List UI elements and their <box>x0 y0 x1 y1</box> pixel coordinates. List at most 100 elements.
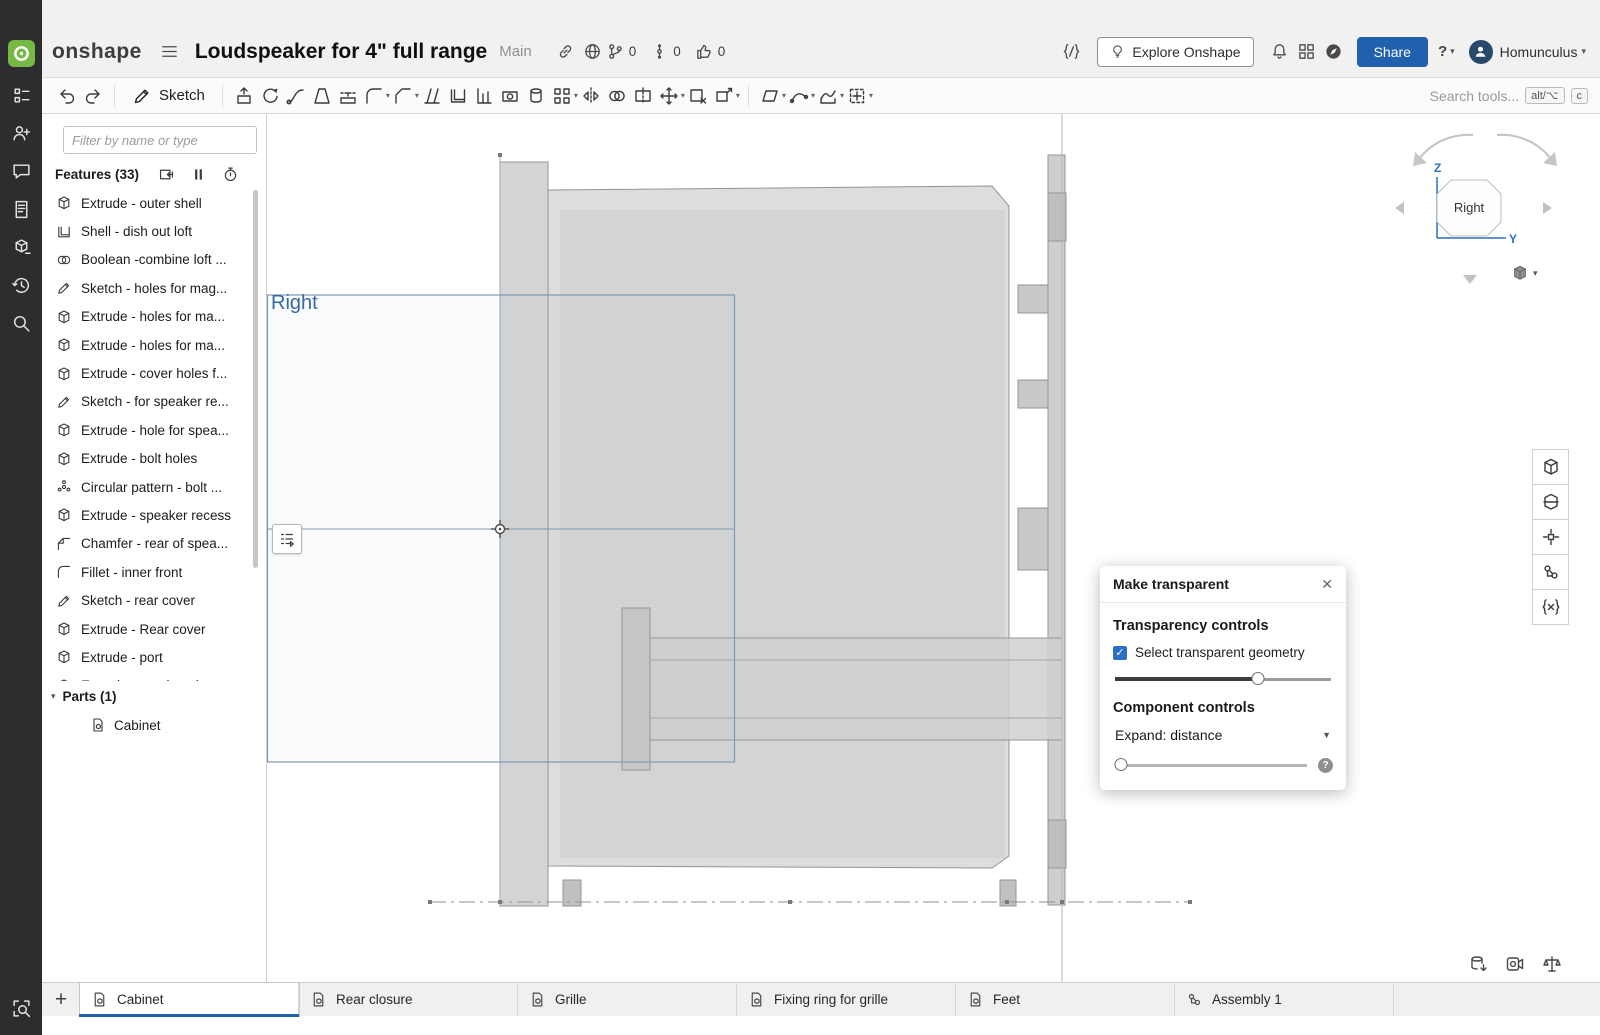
tool-delete-face-button[interactable] <box>685 82 711 110</box>
feature-item[interactable]: Extrude - Rear cover <box>42 615 266 643</box>
transparency-slider-handle[interactable] <box>1251 672 1264 685</box>
tool-modify-face-button[interactable] <box>711 82 737 110</box>
follow-icon[interactable] <box>11 123 32 144</box>
feature-item[interactable]: Boolean -combine loft ... <box>42 246 266 274</box>
tool-plane-button[interactable] <box>757 82 783 110</box>
learning-center-button[interactable] <box>1320 38 1347 65</box>
tab-fixing-ring-for-grille[interactable]: Fixing ring for grille <box>737 983 956 1016</box>
tool-boss-button[interactable] <box>523 82 549 110</box>
exploded-view-button[interactable] <box>1532 519 1569 555</box>
tool-fillet-button[interactable] <box>361 82 387 110</box>
record-icon[interactable] <box>1505 954 1525 974</box>
hamburger-menu-button[interactable] <box>156 38 183 65</box>
select-transparent-geometry-row[interactable]: ✓ Select transparent geometry <box>1113 645 1333 660</box>
expand-slider-handle[interactable] <box>1115 758 1128 771</box>
search-icon[interactable] <box>11 313 32 334</box>
zoom-select-icon[interactable] <box>11 998 32 1019</box>
tool-sweep-button[interactable] <box>283 82 309 110</box>
copy-link-button[interactable] <box>552 38 579 65</box>
branches-count[interactable]: 0 <box>606 42 637 61</box>
export-status-icon[interactable] <box>1468 954 1488 974</box>
tab-grille[interactable]: Grille <box>518 983 737 1016</box>
display-options-button[interactable] <box>1532 554 1569 590</box>
feature-item[interactable]: Extrude - cover holes f... <box>42 359 266 387</box>
featurescript-button[interactable] <box>1058 38 1085 65</box>
stopwatch-icon[interactable] <box>222 166 239 183</box>
feature-item[interactable]: Extrude - port <box>42 643 266 671</box>
chevron-down-icon[interactable]: ▾ <box>736 91 740 100</box>
notes-icon[interactable] <box>11 199 32 220</box>
feature-item[interactable]: Chamfer - rear of spea... <box>42 530 266 558</box>
expand-slider[interactable] <box>1115 757 1307 773</box>
tool-linear-pattern-button[interactable] <box>549 82 575 110</box>
tool-surface-button[interactable] <box>815 82 841 110</box>
feature-item[interactable]: Circular pattern - bolt ... <box>42 473 266 501</box>
tab-feet[interactable]: Feet <box>956 983 1175 1016</box>
variables-button[interactable] <box>1532 589 1569 625</box>
share-button[interactable]: Share <box>1357 37 1428 67</box>
expand-dropdown[interactable]: Expand: distance ▼ <box>1115 727 1331 743</box>
feature-item[interactable]: Sketch - for speaker re... <box>42 388 266 416</box>
feature-item[interactable]: Sketch - rear cover <box>42 586 266 614</box>
public-document-button[interactable] <box>579 38 606 65</box>
rotate-left-arrow-icon[interactable] <box>1395 202 1404 214</box>
feature-item[interactable]: Extrude - port length <box>42 672 266 681</box>
chevron-down-icon[interactable]: ▾ <box>1581 46 1586 57</box>
tool-curve-button[interactable] <box>786 82 812 110</box>
versions-count[interactable]: 0 <box>650 42 681 61</box>
tool-thicken-button[interactable] <box>335 82 361 110</box>
chevron-down-icon[interactable]: ▾ <box>869 91 873 100</box>
insert-here-icon[interactable] <box>158 166 175 183</box>
rotate-down-arrow-icon[interactable] <box>1463 275 1477 284</box>
feature-item[interactable]: Extrude - speaker recess <box>42 501 266 529</box>
feature-tree-icon[interactable] <box>11 85 32 106</box>
named-views-button[interactable] <box>1532 449 1569 485</box>
selection-options-button[interactable] <box>272 524 302 554</box>
explore-onshape-button[interactable]: Explore Onshape <box>1097 37 1253 67</box>
help-icon[interactable]: ? <box>1318 758 1333 773</box>
tool-revolve-button[interactable] <box>257 82 283 110</box>
onshape-logo[interactable] <box>8 40 35 67</box>
user-avatar[interactable] <box>1469 40 1493 64</box>
parts-section-header[interactable]: ▾ Parts (1) <box>42 681 266 711</box>
feature-item[interactable]: Extrude - outer shell <box>42 189 266 217</box>
tool-loft-button[interactable] <box>309 82 335 110</box>
notifications-button[interactable] <box>1266 38 1293 65</box>
feature-item[interactable]: Sketch - holes for mag... <box>42 274 266 302</box>
tool-hole-button[interactable] <box>497 82 523 110</box>
user-name[interactable]: Homunculus <box>1500 44 1578 60</box>
history-icon[interactable] <box>11 275 32 296</box>
view-cube-face-label[interactable]: Right <box>1454 200 1485 215</box>
dialog-header[interactable]: Make transparent ✕ <box>1100 566 1346 603</box>
tab-assembly-1[interactable]: Assembly 1 <box>1175 983 1394 1016</box>
tool-transform-button[interactable] <box>656 82 682 110</box>
pause-icon[interactable] <box>190 166 207 183</box>
tool-draft-button[interactable] <box>419 82 445 110</box>
workspace-label[interactable]: Main <box>499 43 532 60</box>
section-view-button[interactable] <box>1532 484 1569 520</box>
tool-boolean-button[interactable] <box>604 82 630 110</box>
add-tab-button[interactable]: + <box>42 983 80 1016</box>
rotate-right-arrow-icon[interactable] <box>1543 202 1552 214</box>
help-menu-button[interactable]: ? ▾ <box>1438 43 1455 60</box>
right-plane-label[interactable]: Right <box>271 292 318 315</box>
tool-extrude-button[interactable] <box>231 82 257 110</box>
app-store-button[interactable] <box>1293 38 1320 65</box>
sketch-button[interactable]: Sketch <box>123 82 214 110</box>
transparency-slider[interactable] <box>1115 671 1331 687</box>
view-options-button[interactable]: ▾ <box>1511 264 1538 282</box>
comments-icon[interactable] <box>11 161 32 182</box>
tool-selection-button[interactable] <box>844 82 870 110</box>
undo-button[interactable] <box>54 82 80 110</box>
checkbox-checked-icon[interactable]: ✓ <box>1113 646 1127 660</box>
redo-button[interactable] <box>80 82 106 110</box>
part-item[interactable]: Cabinet <box>42 711 266 739</box>
units-icon[interactable] <box>1542 954 1562 974</box>
tab-rear-closure[interactable]: Rear closure <box>299 983 518 1016</box>
feature-list-scrollbar[interactable] <box>253 190 258 568</box>
search-tools[interactable]: Search tools... alt/⌥ c <box>1430 87 1588 104</box>
tab-cabinet[interactable]: Cabinet <box>80 983 299 1016</box>
feature-item[interactable]: Fillet - inner front <box>42 558 266 586</box>
tool-chamfer-button[interactable] <box>390 82 416 110</box>
tool-rib-button[interactable] <box>471 82 497 110</box>
